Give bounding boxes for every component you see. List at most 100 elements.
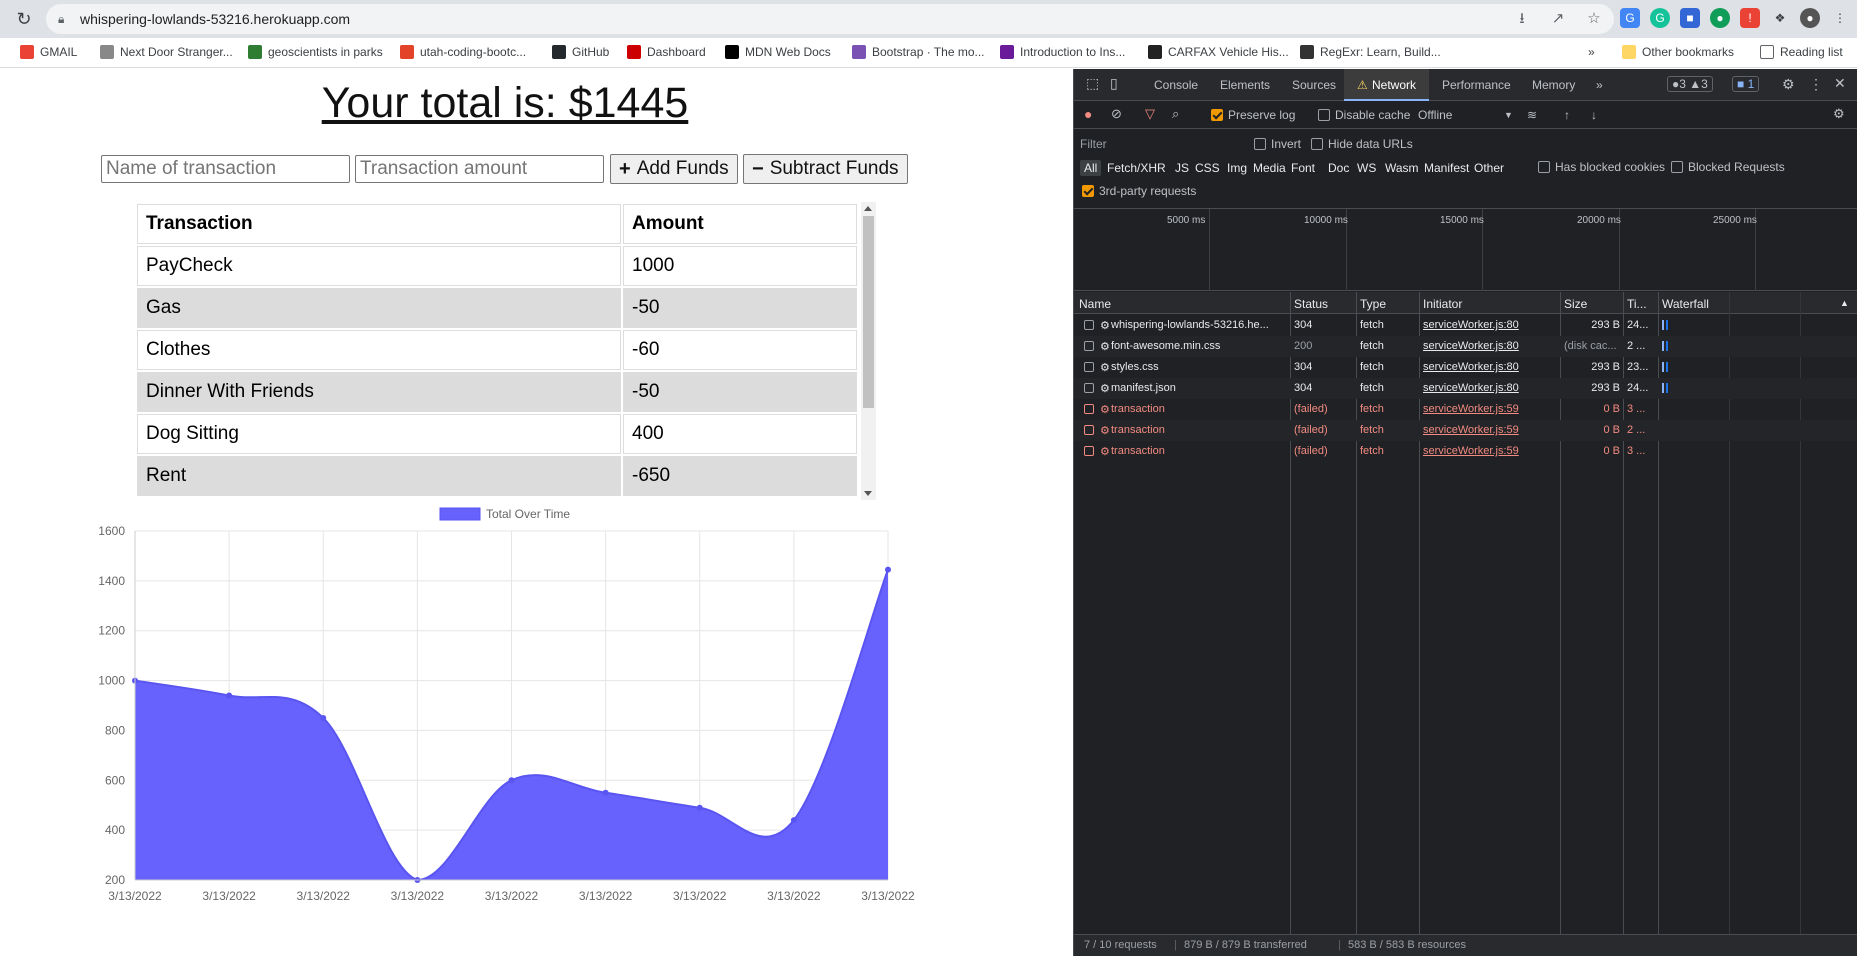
alert-extension-icon[interactable]: ! [1740, 8, 1760, 28]
request-row[interactable]: ⚙ transaction (failed) fetch serviceWorker.j… [1074, 420, 1857, 441]
sort-up-icon[interactable]: ▲ [1840, 298, 1849, 308]
extension-icon[interactable]: ■ [1680, 8, 1700, 28]
add-funds-button[interactable]: + Add Funds [610, 154, 738, 184]
tab-elements[interactable]: Elements [1220, 78, 1270, 92]
more-tabs-icon[interactable]: » [1596, 78, 1603, 92]
tab-memory[interactable]: Memory [1532, 78, 1575, 92]
throttle-select[interactable]: Offline [1418, 108, 1452, 122]
reading-list[interactable]: Reading list [1760, 45, 1843, 59]
disable-cache-checkbox[interactable]: Disable cache [1318, 108, 1410, 122]
record-icon[interactable]: ● [1084, 106, 1092, 122]
hide-data-urls-checkbox[interactable]: Hide data URLs [1311, 137, 1413, 151]
puzzle-icon[interactable]: ❖ [1770, 8, 1790, 28]
share-icon[interactable]: ↗ [1548, 9, 1568, 29]
request-row[interactable]: ⚙ transaction (failed) fetch serviceWorker.j… [1074, 399, 1857, 420]
lock-icon[interactable]: 🔒︎ [58, 11, 74, 27]
grammarly-extension-icon[interactable]: G [1650, 8, 1670, 28]
column-type[interactable]: Type [1360, 297, 1386, 311]
evernote-extension-icon[interactable]: ● [1710, 8, 1730, 28]
gear-icon[interactable]: ⚙ [1782, 76, 1795, 93]
transaction-name-input[interactable] [101, 155, 350, 183]
row-checkbox-icon[interactable] [1084, 383, 1094, 393]
transactions-table-container[interactable]: Transaction Amount PayCheck 1000 Gas -50 Clo… [135, 202, 876, 500]
blocked-requests-checkbox[interactable]: Blocked Requests [1671, 160, 1785, 174]
type-filter-all[interactable]: All [1080, 160, 1102, 176]
bookmark-item[interactable]: CARFAX Vehicle His... [1148, 45, 1289, 59]
scroll-thumb[interactable] [863, 216, 874, 408]
row-checkbox-icon[interactable] [1084, 446, 1094, 456]
row-checkbox-icon[interactable] [1084, 341, 1094, 351]
request-initiator[interactable]: serviceWorker.js:59 [1423, 445, 1558, 457]
request-initiator[interactable]: serviceWorker.js:80 [1423, 361, 1558, 373]
reload-icon[interactable]: ↻ [14, 9, 34, 29]
bookmark-item[interactable]: Next Door Stranger... [100, 45, 233, 59]
network-settings-gear-icon[interactable]: ⚙ [1833, 106, 1845, 122]
chevron-down-icon[interactable]: ▼ [1504, 110, 1513, 120]
table-scrollbar[interactable] [861, 202, 876, 500]
column-waterfall[interactable]: Waterfall [1662, 297, 1709, 311]
row-checkbox-icon[interactable] [1084, 404, 1094, 414]
request-initiator[interactable]: serviceWorker.js:80 [1423, 319, 1558, 331]
type-filter-font[interactable]: Font [1291, 161, 1315, 175]
third-party-checkbox[interactable]: 3rd-party requests [1082, 184, 1196, 198]
tab-performance[interactable]: Performance [1442, 78, 1511, 92]
type-filter-media[interactable]: Media [1253, 161, 1286, 175]
import-icon[interactable]: ↑ [1564, 108, 1570, 122]
search-icon[interactable]: ⌕ [1172, 106, 1179, 122]
type-filter-img[interactable]: Img [1227, 161, 1247, 175]
request-initiator[interactable]: serviceWorker.js:80 [1423, 382, 1558, 394]
filter-input[interactable]: Filter [1080, 137, 1107, 151]
bookmark-item[interactable]: utah-coding-bootc... [400, 45, 526, 59]
avatar[interactable]: ● [1800, 8, 1820, 28]
transaction-amount-input[interactable] [355, 155, 604, 183]
type-filter-doc[interactable]: Doc [1328, 161, 1349, 175]
scroll-down-arrow-icon[interactable] [864, 491, 872, 496]
tab-sources[interactable]: Sources [1292, 78, 1336, 92]
type-filter-ws[interactable]: WS [1357, 161, 1376, 175]
device-toolbar-icon[interactable]: ▯ [1110, 75, 1118, 92]
tab-console[interactable]: Console [1154, 78, 1198, 92]
column-size[interactable]: Size [1564, 297, 1587, 311]
url-text[interactable]: whispering-lowlands-53216.herokuapp.com [80, 11, 350, 27]
legend-swatch[interactable] [439, 507, 481, 521]
type-filter-js[interactable]: JS [1175, 161, 1189, 175]
column-status[interactable]: Status [1294, 297, 1328, 311]
bookmark-item[interactable]: GitHub [552, 45, 609, 59]
type-filter-fetchxhr[interactable]: Fetch/XHR [1107, 161, 1166, 175]
clear-icon[interactable]: ⊘ [1111, 106, 1122, 122]
request-row[interactable]: ⚙ manifest.json 304 fetch serviceWorker.js:8… [1074, 378, 1857, 399]
legend-label[interactable]: Total Over Time [486, 507, 570, 521]
preserve-log-checkbox[interactable]: Preserve log [1211, 108, 1295, 122]
type-filter-manifest[interactable]: Manifest [1424, 161, 1469, 175]
bookmark-item[interactable]: MDN Web Docs [725, 45, 831, 59]
row-checkbox-icon[interactable] [1084, 425, 1094, 435]
request-row[interactable]: ⚙ font-awesome.min.css 200 fetch serviceWork… [1074, 336, 1857, 357]
request-row[interactable]: ⚙ whispering-lowlands-53216.he... 304 fetch… [1074, 315, 1857, 336]
other-bookmarks-folder[interactable]: Other bookmarks [1622, 45, 1734, 59]
type-filter-wasm[interactable]: Wasm [1385, 161, 1419, 175]
messages-counter[interactable]: ■ 1 [1732, 76, 1760, 92]
request-row[interactable]: ⚙ styles.css 304 fetch serviceWorker.js:80 29… [1074, 357, 1857, 378]
bookmark-item[interactable]: GMAIL [20, 45, 77, 59]
close-icon[interactable]: ✕ [1834, 75, 1846, 92]
bookmark-item[interactable]: Bootstrap · The mo... [852, 45, 985, 59]
subtract-funds-button[interactable]: − Subtract Funds [743, 154, 908, 184]
issues-counter[interactable]: ●3 ▲3 [1667, 76, 1713, 92]
request-initiator[interactable]: serviceWorker.js:80 [1423, 340, 1558, 352]
export-icon[interactable]: ↓ [1591, 108, 1597, 122]
bookmark-item[interactable]: RegExr: Learn, Build... [1300, 45, 1441, 59]
menu-dots-icon[interactable]: ⋮ [1830, 8, 1850, 28]
network-conditions-icon[interactable]: ≋ [1527, 108, 1537, 122]
row-checkbox-icon[interactable] [1084, 362, 1094, 372]
bookmark-item[interactable]: Introduction to Ins... [1000, 45, 1125, 59]
column-name[interactable]: Name [1079, 297, 1111, 311]
request-initiator[interactable]: serviceWorker.js:59 [1423, 403, 1558, 415]
column-initiator[interactable]: Initiator [1423, 297, 1462, 311]
type-filter-other[interactable]: Other [1474, 161, 1504, 175]
column-time[interactable]: Ti... [1627, 297, 1647, 311]
kebab-menu-icon[interactable]: ⋮ [1809, 76, 1823, 93]
request-row[interactable]: ⚙ transaction (failed) fetch serviceWorker.j… [1074, 441, 1857, 462]
scroll-up-arrow-icon[interactable] [864, 206, 872, 211]
tab-network[interactable]: Network [1372, 78, 1416, 92]
more-bookmarks-icon[interactable]: » [1588, 45, 1595, 59]
